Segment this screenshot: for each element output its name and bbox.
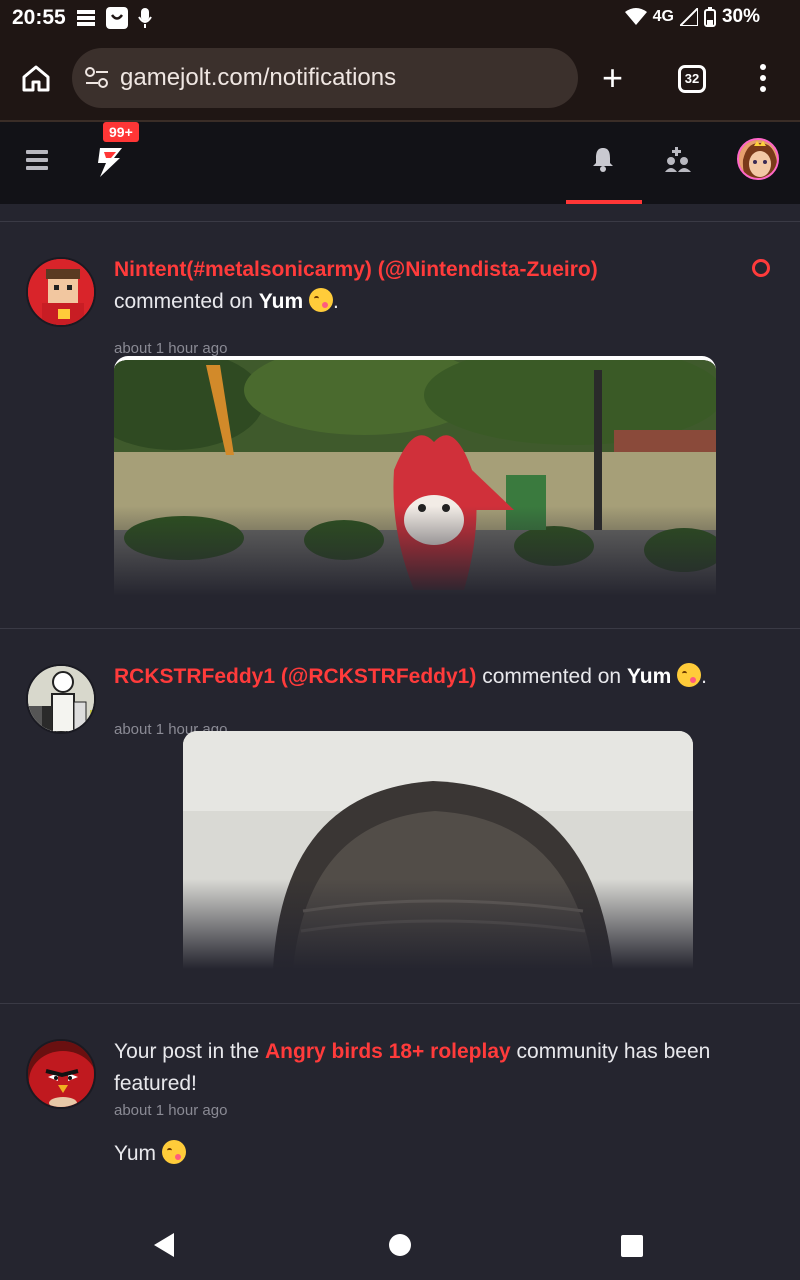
site-settings-icon[interactable] [84, 66, 110, 90]
url-text: gamejolt.com/notifications [120, 64, 397, 91]
storage-icon [77, 10, 95, 26]
notifications-feed: Nintent(#metalsonicarmy) (@Nintendista-Z… [0, 204, 800, 1202]
feature-prefix: Your post in the [114, 1040, 260, 1063]
more-menu-icon[interactable] [760, 64, 768, 97]
app-notification-icon [106, 7, 128, 29]
back-icon[interactable] [154, 1233, 174, 1257]
comment-image[interactable] [114, 356, 716, 596]
battery-icon [703, 7, 716, 27]
action-text: commented on [482, 665, 622, 688]
post-text: Yum [114, 1142, 157, 1165]
user-avatar[interactable] [737, 138, 779, 180]
wifi-icon [624, 8, 647, 25]
post-preview[interactable]: Yum [114, 1138, 186, 1170]
post-link[interactable]: Yum [259, 290, 303, 313]
browser-toolbar: gamejolt.com/notifications + 32 [0, 38, 800, 122]
commenter-avatar[interactable] [26, 257, 96, 327]
address-bar[interactable]: gamejolt.com/notifications [72, 48, 578, 108]
community-avatar[interactable] [26, 1039, 96, 1109]
image-fade [183, 879, 693, 969]
image-fade [114, 506, 716, 596]
status-notification-icons [76, 7, 152, 29]
tab-switcher-button[interactable]: 32 [678, 65, 706, 93]
battery-percent: 30% [721, 6, 760, 27]
timestamp: about 1 hour ago [114, 340, 228, 357]
unread-indicator[interactable] [752, 259, 770, 277]
notification-text: Your post in the Angry birds 18+ rolepla… [114, 1036, 774, 1100]
yum-emoji-icon [308, 288, 333, 312]
notification-count-badge: 99+ [103, 122, 139, 142]
commenter-avatar[interactable] [26, 664, 96, 734]
action-text: commented on [114, 290, 253, 313]
yum-emoji-icon [677, 663, 702, 687]
site-header: 99+ [0, 122, 800, 204]
notification-text: Nintent(#metalsonicarmy) (@Nintendista-Z… [114, 258, 598, 313]
recents-square-icon[interactable] [621, 1235, 643, 1257]
yum-emoji-icon [161, 1140, 186, 1164]
username-link[interactable]: RCKSTRFeddy1 (@RCKSTRFeddy1) [114, 665, 476, 688]
post-link[interactable]: Yum [627, 665, 671, 688]
bell-icon[interactable] [591, 146, 615, 172]
notification-text: RCKSTRFeddy1 (@RCKSTRFeddy1) commented o… [114, 663, 707, 688]
timestamp: about 1 hour ago [114, 1102, 228, 1119]
network-type: 4G [652, 8, 674, 25]
friend-requests-icon[interactable] [664, 147, 692, 173]
system-navigation-bar [0, 1202, 800, 1280]
notification-item[interactable]: Nintent(#metalsonicarmy) (@Nintendista-Z… [0, 222, 800, 629]
signal-icon [679, 8, 698, 26]
notification-item[interactable]: Your post in the Angry birds 18+ rolepla… [0, 1004, 800, 1202]
home-icon[interactable] [20, 62, 52, 94]
new-tab-button[interactable]: + [602, 60, 623, 96]
notification-item[interactable]: RCKSTRFeddy1 (@RCKSTRFeddy1) commented o… [0, 629, 800, 1004]
status-bar: 20:55 4G 30% [0, 0, 800, 38]
status-time: 20:55 [12, 6, 66, 29]
comment-image[interactable] [183, 731, 693, 969]
gamejolt-logo-icon[interactable] [94, 146, 124, 178]
microphone-icon [138, 8, 152, 28]
community-link[interactable]: Angry birds 18+ roleplay [265, 1040, 511, 1063]
username-link[interactable]: Nintent(#metalsonicarmy) (@Nintendista-Z… [114, 258, 598, 281]
status-right: 4G 30% [624, 6, 760, 28]
hamburger-menu-icon[interactable] [26, 150, 48, 174]
home-circle-icon[interactable] [389, 1234, 411, 1256]
